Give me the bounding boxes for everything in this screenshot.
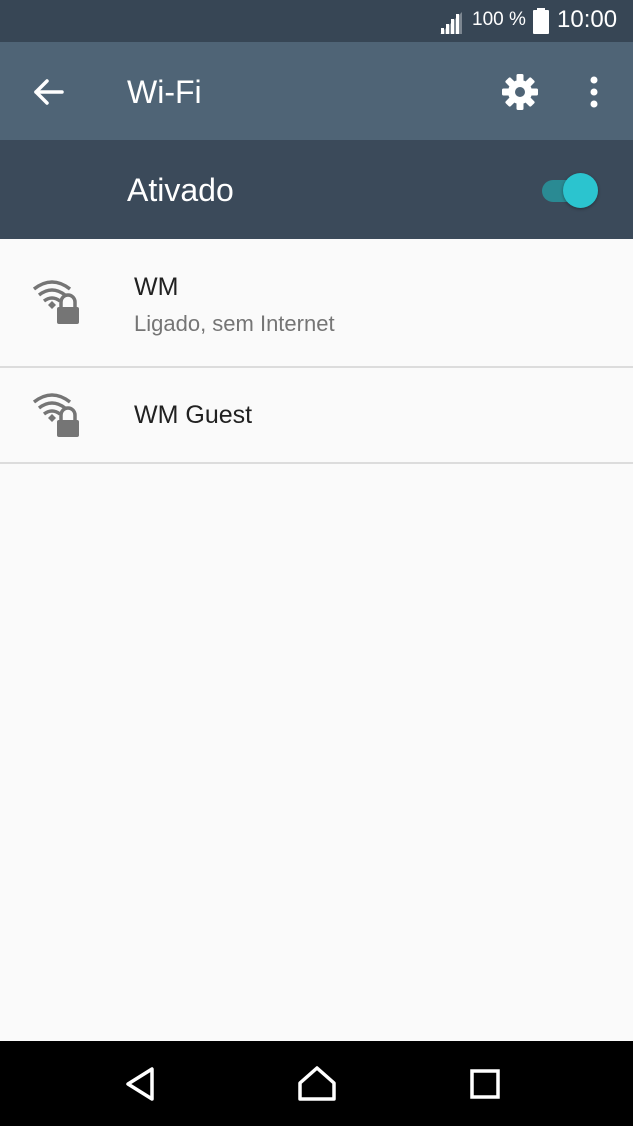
network-status: Ligado, sem Internet (134, 311, 335, 336)
nav-back-icon[interactable] (118, 1061, 164, 1107)
wifi-settings-screen: 100 % 10:00 Wi-Fi Ativado WM Ligado, sem… (0, 0, 633, 1126)
wifi-master-toggle-bar[interactable]: Ativado (0, 140, 633, 239)
arrow-back-icon[interactable] (24, 68, 72, 116)
status-clock: 10:00 (557, 6, 618, 33)
page-title: Wi-Fi (127, 74, 202, 110)
wifi-locked-icon (32, 393, 79, 437)
network-item-wm-guest[interactable]: WM Guest (0, 368, 633, 464)
app-bar: Wi-Fi (0, 42, 633, 140)
system-nav-bar (0, 1041, 633, 1126)
network-item-wm[interactable]: WM Ligado, sem Internet (0, 239, 633, 368)
wifi-toggle-label: Ativado (127, 172, 234, 208)
battery-full-icon (533, 8, 549, 34)
network-name: WM (134, 273, 179, 301)
battery-percent: 100 % (472, 9, 526, 30)
network-name: WM Guest (134, 401, 253, 429)
cellular-signal-icon (440, 12, 462, 34)
more-vert-icon[interactable] (570, 68, 618, 116)
switch-thumb (563, 173, 598, 208)
wifi-locked-icon (32, 280, 79, 324)
wifi-toggle-switch[interactable] (536, 170, 604, 210)
nav-recents-icon[interactable] (462, 1061, 508, 1107)
status-bar: 100 % 10:00 (0, 0, 633, 42)
nav-home-icon[interactable] (294, 1061, 340, 1107)
gear-icon[interactable] (496, 68, 544, 116)
network-list: WM Ligado, sem Internet WM Guest (0, 239, 633, 464)
